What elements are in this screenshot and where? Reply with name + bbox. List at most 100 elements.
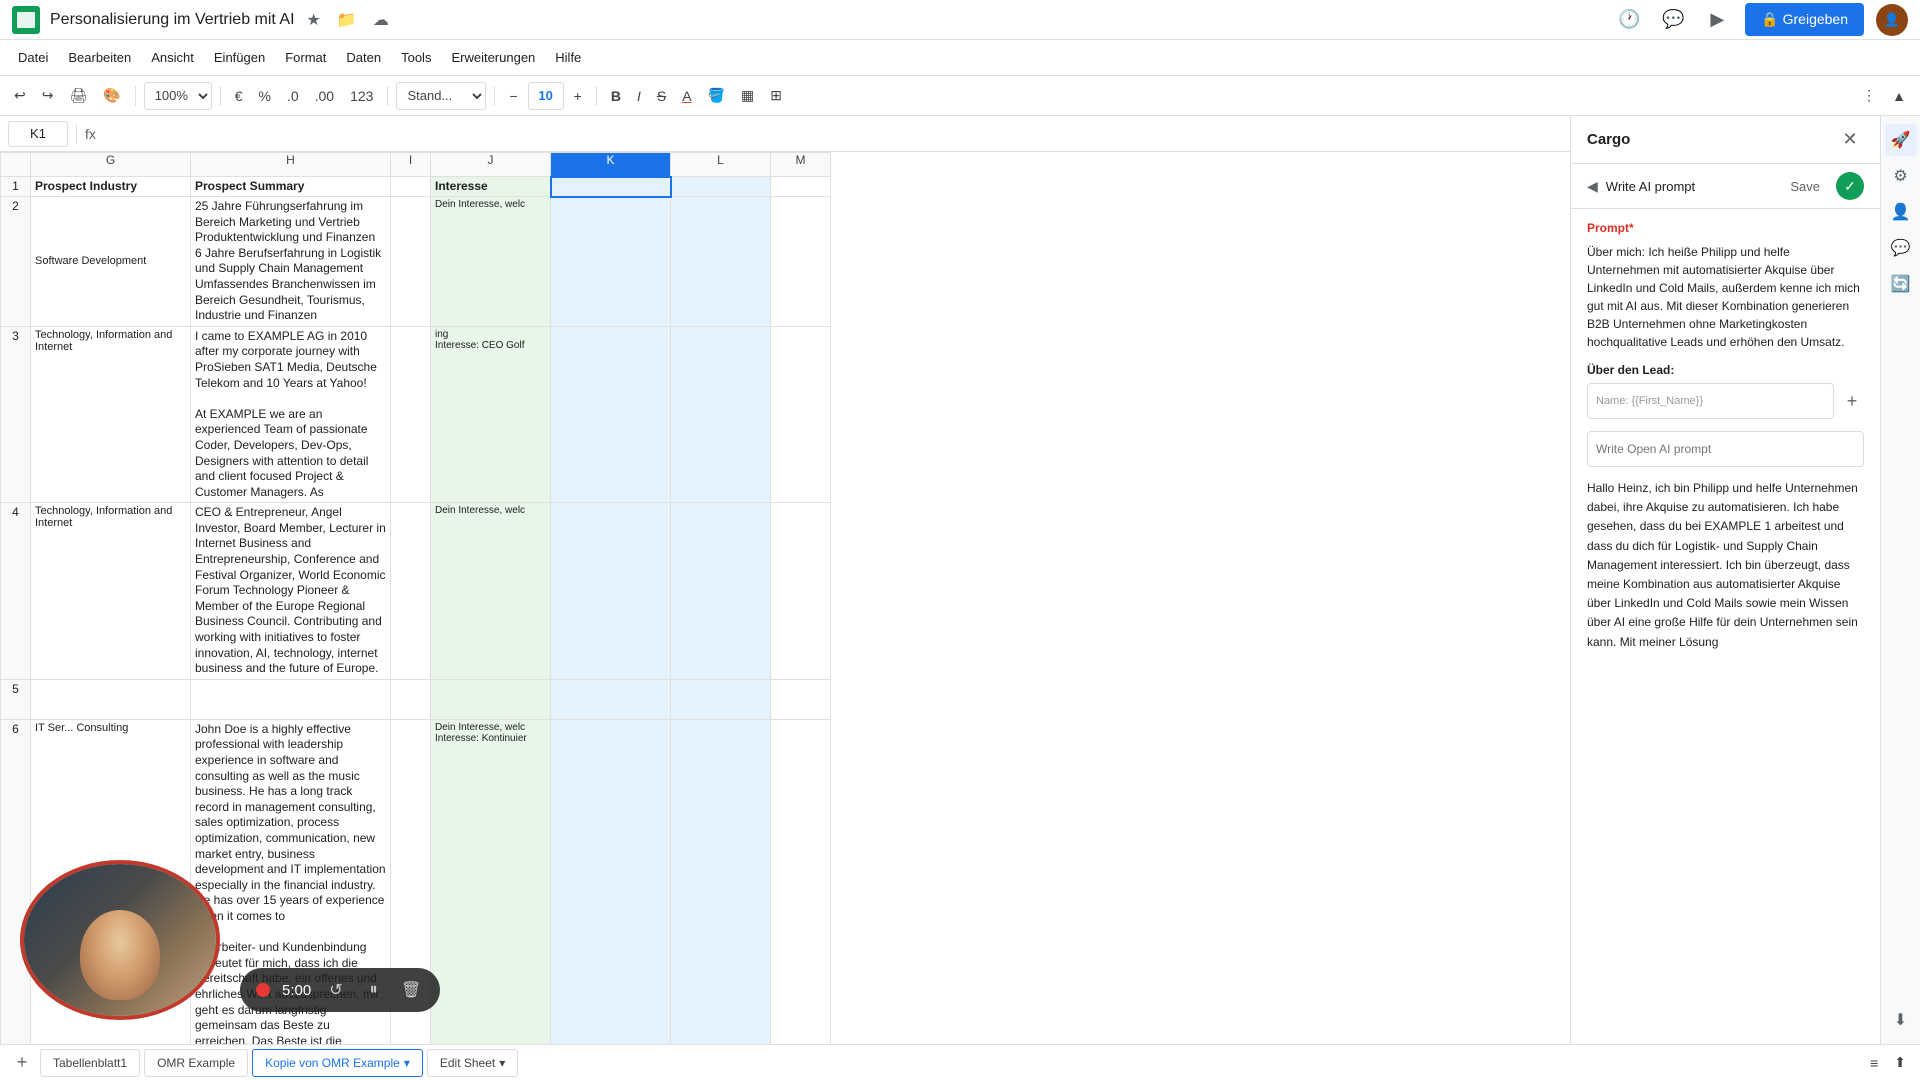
share-button[interactable]: 🔒 Greigeben (1745, 3, 1864, 36)
sheet-tab-1[interactable]: Tabellenblatt1 (40, 1049, 140, 1077)
format-123-button[interactable]: 123 (344, 82, 379, 110)
cell-l4[interactable] (671, 503, 771, 680)
sheet-tab-3[interactable]: Kopie von OMR Example ▾ (252, 1049, 423, 1077)
menu-hilfe[interactable]: Hilfe (545, 46, 591, 69)
cell-j4[interactable]: Dein Interesse, welc (431, 503, 551, 680)
cell-m4[interactable] (771, 503, 831, 680)
cell-k3[interactable] (551, 326, 671, 503)
rewind-button[interactable]: ↺ (323, 976, 349, 1004)
ai-prompt-input[interactable] (1587, 431, 1864, 467)
add-field-button[interactable]: + (1840, 389, 1864, 413)
cell-g2[interactable]: Software Development (31, 197, 191, 327)
cell-j5[interactable] (431, 679, 551, 719)
cell-m1[interactable] (771, 177, 831, 197)
user-side-icon[interactable]: 👤 (1885, 196, 1917, 228)
cell-l1[interactable] (671, 177, 771, 197)
collapse-toolbar-button[interactable]: ▲ (1886, 82, 1912, 110)
cell-g4[interactable]: Technology, Information and Internet (31, 503, 191, 680)
cell-g5[interactable] (31, 679, 191, 719)
add-sheet-button[interactable]: + (8, 1049, 36, 1077)
cell-m6[interactable] (771, 719, 831, 1044)
undo-button[interactable]: ↩ (8, 82, 32, 110)
cell-i4[interactable] (391, 503, 431, 680)
chat-side-icon[interactable]: 💬 (1885, 232, 1917, 264)
cell-reference-input[interactable] (8, 121, 68, 147)
save-text-button[interactable]: Save (1782, 175, 1828, 198)
cell-g1[interactable]: Prospect Industry (31, 177, 191, 197)
col-header-m[interactable]: M (771, 153, 831, 177)
cell-j3[interactable]: ingInteresse: CEO Golf (431, 326, 551, 503)
menu-erweiterungen[interactable]: Erweiterungen (441, 46, 545, 69)
zoom-select[interactable]: 100% (144, 82, 212, 110)
history-icon[interactable]: 🕐 (1613, 4, 1645, 36)
refresh-side-icon[interactable]: 🔄 (1885, 268, 1917, 300)
cell-k5[interactable] (551, 679, 671, 719)
cell-m2[interactable] (771, 197, 831, 327)
cell-k4[interactable] (551, 503, 671, 680)
cell-g3[interactable]: Technology, Information and Internet (31, 326, 191, 503)
cell-l5[interactable] (671, 679, 771, 719)
col-header-k[interactable]: K (551, 153, 671, 177)
explorer-button[interactable]: ≡ (1864, 1049, 1884, 1077)
redo-button[interactable]: ↪ (36, 82, 60, 110)
cell-h3[interactable]: I came to EXAMPLE AG in 2010 after my co… (191, 326, 391, 503)
cell-i5[interactable] (391, 679, 431, 719)
italic-button[interactable]: I (631, 82, 647, 110)
formula-input[interactable] (104, 121, 1562, 147)
bold-button[interactable]: B (605, 82, 627, 110)
decimal-dec-button[interactable]: .0 (281, 82, 305, 110)
cell-j6[interactable]: Dein Interesse, welcInteresse: Kontinuie… (431, 719, 551, 1044)
percent-button[interactable]: % (252, 82, 276, 110)
font-size-plus[interactable]: + (568, 82, 588, 110)
star-icon[interactable]: ★ (303, 8, 325, 32)
cell-l3[interactable] (671, 326, 771, 503)
cell-m5[interactable] (771, 679, 831, 719)
currency-button[interactable]: € (229, 82, 249, 110)
back-arrow-icon[interactable]: ◀ (1587, 178, 1598, 195)
col-header-l[interactable]: L (671, 153, 771, 177)
font-size-minus[interactable]: − (503, 82, 523, 110)
menu-datei[interactable]: Datei (8, 46, 58, 69)
sheets-nav-button[interactable]: ⬆ (1888, 1049, 1912, 1077)
borders-button[interactable]: ▦ (735, 82, 760, 110)
cell-l6[interactable] (671, 719, 771, 1044)
decimal-inc-button[interactable]: .00 (309, 82, 340, 110)
menu-format[interactable]: Format (275, 46, 336, 69)
save-confirm-button[interactable]: ✓ (1836, 172, 1864, 200)
menu-einfuegen[interactable]: Einfügen (204, 46, 275, 69)
strikethrough-button[interactable]: S (651, 82, 672, 110)
cell-h5[interactable] (191, 679, 391, 719)
cell-j2[interactable]: Dein Interesse, welc (431, 197, 551, 327)
col-header-i[interactable]: I (391, 153, 431, 177)
cell-k1[interactable] (551, 177, 671, 197)
edit-sheet-button[interactable]: Edit Sheet ▾ (427, 1049, 518, 1077)
cell-j1[interactable]: Interesse (431, 177, 551, 197)
col-header-g[interactable]: G (31, 153, 191, 177)
more-toolbar-button[interactable]: ⋮ (1856, 82, 1882, 110)
user-avatar[interactable]: 👤 (1876, 4, 1908, 36)
fill-color-button[interactable]: 🪣 (702, 82, 731, 110)
cell-h4[interactable]: CEO & Entrepreneur, Angel Investor, Boar… (191, 503, 391, 680)
cell-k6[interactable] (551, 719, 671, 1044)
menu-tools[interactable]: Tools (391, 46, 441, 69)
font-color-button[interactable]: A (676, 82, 697, 110)
col-header-j[interactable]: J (431, 153, 551, 177)
cell-h2[interactable]: 25 Jahre Führungserfahrung im Bereich Ma… (191, 197, 391, 327)
cargo-icon[interactable]: 🚀 (1885, 124, 1917, 156)
bottom-side-icon[interactable]: ⬇ (1885, 1004, 1917, 1036)
menu-daten[interactable]: Daten (336, 46, 391, 69)
grid-wrapper[interactable]: G H I J K L M 1 Prospect Industry Prospe… (0, 152, 1570, 1044)
cell-i3[interactable] (391, 326, 431, 503)
cloud-save-icon[interactable]: ☁ (369, 8, 393, 32)
cell-i1[interactable] (391, 177, 431, 197)
cell-h1[interactable]: Prospect Summary (191, 177, 391, 197)
cell-k2[interactable] (551, 197, 671, 327)
menu-bearbeiten[interactable]: Bearbeiten (58, 46, 141, 69)
cell-m3[interactable] (771, 326, 831, 503)
panel-close-button[interactable]: ✕ (1836, 126, 1864, 154)
cell-i2[interactable] (391, 197, 431, 327)
folder-icon[interactable]: 📁 (333, 8, 361, 32)
font-family-select[interactable]: Stand... (396, 82, 486, 110)
menu-ansicht[interactable]: Ansicht (141, 46, 204, 69)
present-icon[interactable]: ▶ (1701, 4, 1733, 36)
